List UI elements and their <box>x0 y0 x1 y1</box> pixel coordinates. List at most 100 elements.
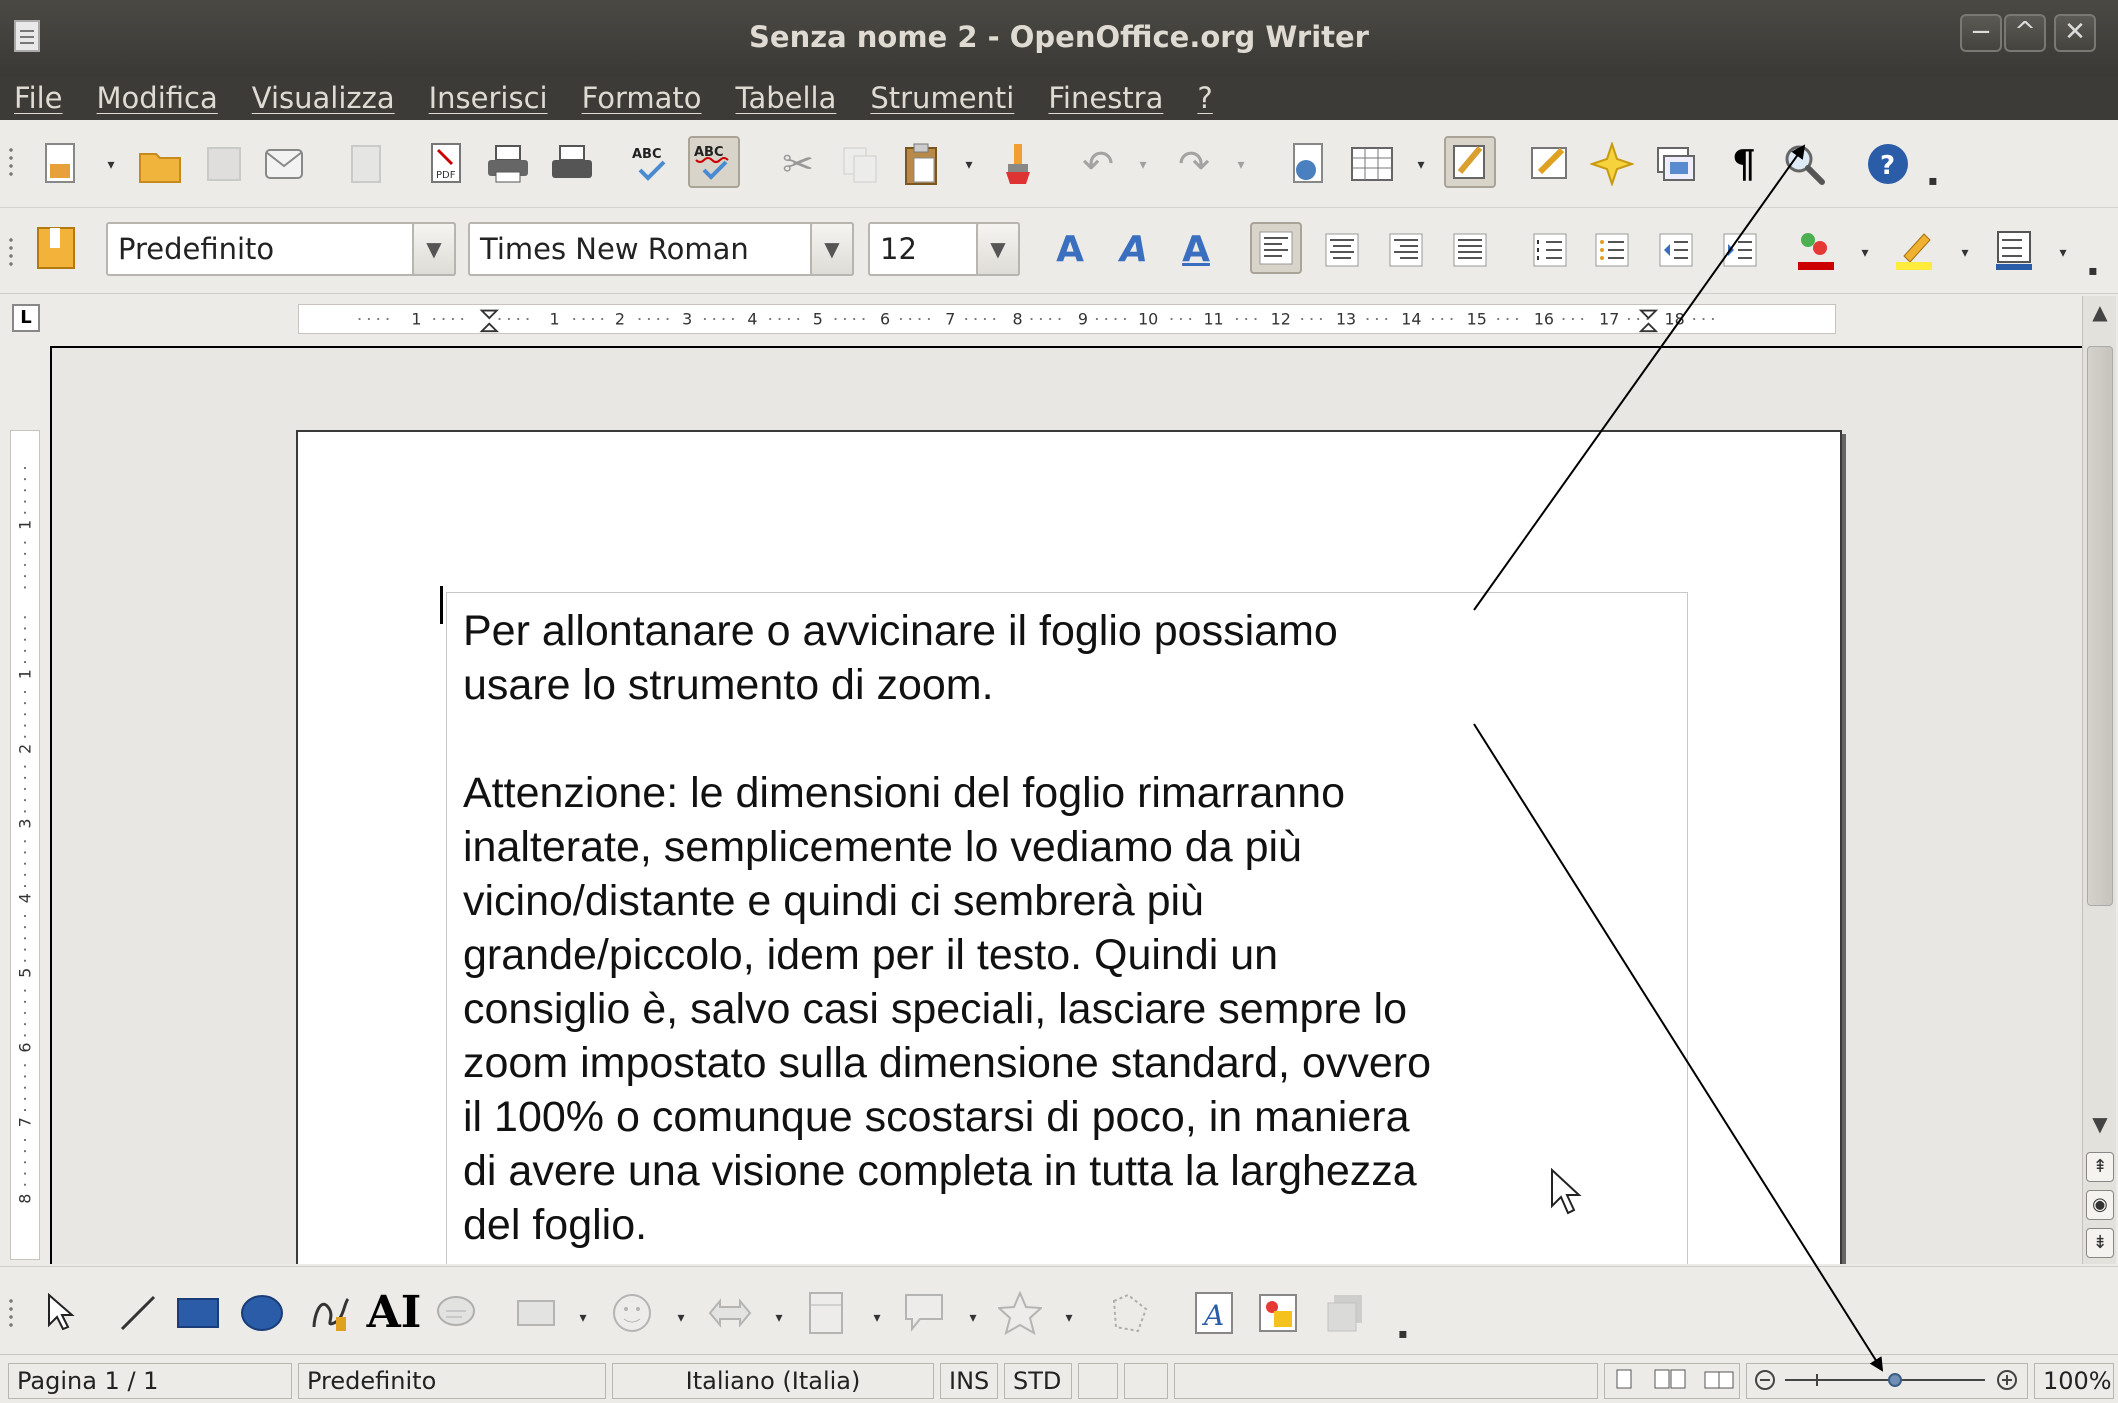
horizontal-ruler[interactable]: 1 1 2 3 4 5 6 7 8 9 10 11 12 13 14 15 16… <box>298 304 1836 334</box>
insert-image-icon[interactable] <box>1252 1287 1304 1339</box>
chevron-down-icon[interactable]: ▾ <box>966 1311 980 1325</box>
page-style-indicator[interactable]: Predefinito <box>298 1363 606 1399</box>
menu-formato[interactable]: Formato <box>582 81 702 115</box>
menu-modifica[interactable]: Modifica <box>97 81 218 115</box>
menu-file[interactable]: File <box>14 81 63 115</box>
find-replace-icon[interactable] <box>1524 138 1576 190</box>
background-color-icon[interactable] <box>1988 224 2040 276</box>
next-page-icon[interactable]: ⇟ <box>2086 1228 2114 1258</box>
menu-visualizza[interactable]: Visualizza <box>252 81 395 115</box>
chevron-down-icon[interactable]: ▼ <box>810 222 854 276</box>
scroll-up-icon[interactable]: ▲ <box>2083 300 2117 324</box>
toolbar-overflow-icon[interactable]: ▪ <box>2086 264 2100 278</box>
chevron-down-icon[interactable]: ▾ <box>1958 246 1972 260</box>
align-right-icon[interactable] <box>1380 224 1432 276</box>
vertical-ruler[interactable]: 1 1 2 3 4 5 6 7 8 <box>10 430 40 1260</box>
chevron-down-icon[interactable]: ▾ <box>674 1311 688 1325</box>
document-text[interactable]: Per allontanare o avvicinare il foglio p… <box>463 604 1683 1252</box>
gallery-icon[interactable] <box>1650 138 1702 190</box>
zoom-percentage[interactable]: 100% <box>2034 1363 2114 1399</box>
chevron-down-icon[interactable]: ▾ <box>576 1311 590 1325</box>
previous-page-icon[interactable]: ⇞ <box>2086 1152 2114 1182</box>
format-paintbrush-icon[interactable] <box>992 138 1044 190</box>
export-pdf-icon[interactable]: PDF <box>420 138 472 190</box>
callouts-icon[interactable] <box>898 1287 950 1339</box>
chevron-down-icon[interactable]: ▾ <box>772 1311 786 1325</box>
styles-formatting-icon[interactable] <box>30 222 82 274</box>
undo-icon[interactable]: ↶ <box>1072 138 1124 190</box>
align-left-icon[interactable] <box>1250 222 1302 274</box>
close-button[interactable]: ✕ <box>2054 14 2096 52</box>
menu-inserisci[interactable]: Inserisci <box>429 81 548 115</box>
freeform-line-icon[interactable] <box>304 1287 356 1339</box>
symbol-shapes-icon[interactable] <box>606 1287 658 1339</box>
decrease-indent-icon[interactable] <box>1650 224 1702 276</box>
open-folder-icon[interactable] <box>134 138 186 190</box>
chevron-down-icon[interactable]: ▾ <box>1414 158 1428 172</box>
increase-indent-icon[interactable] <box>1714 224 1766 276</box>
print-preview-icon[interactable] <box>546 138 598 190</box>
vertical-scrollbar[interactable]: ▲ ▼ ⇞ ◉ ⇟ <box>2082 296 2116 1264</box>
underline-icon[interactable]: A <box>1170 224 1222 276</box>
tab-stop-selector[interactable]: L <box>12 304 40 332</box>
paragraph-style-select[interactable]: Predefinito ▼ <box>106 222 456 276</box>
show-draw-functions-icon[interactable] <box>1444 136 1496 188</box>
help-icon[interactable]: ? <box>1862 138 1914 190</box>
numbering-icon[interactable] <box>1524 224 1576 276</box>
cut-icon[interactable]: ✂ <box>772 138 824 190</box>
toolbar-grip[interactable] <box>8 236 14 266</box>
insert-mode-indicator[interactable]: INS <box>940 1363 998 1399</box>
magnifier-icon[interactable] <box>1778 138 1830 190</box>
font-size-select[interactable]: 12 ▼ <box>868 222 1020 276</box>
maximize-button[interactable]: ^ <box>2004 14 2046 52</box>
font-color-icon[interactable] <box>1790 224 1842 276</box>
menu-finestra[interactable]: Finestra <box>1048 81 1163 115</box>
toolbar-grip[interactable] <box>8 1297 14 1327</box>
menu-tabella[interactable]: Tabella <box>736 81 837 115</box>
select-pointer-icon[interactable] <box>34 1287 86 1339</box>
chevron-down-icon[interactable]: ▾ <box>104 158 118 172</box>
bullets-icon[interactable] <box>1586 224 1638 276</box>
navigator-icon[interactable] <box>1586 138 1638 190</box>
chevron-down-icon[interactable]: ▾ <box>2056 246 2070 260</box>
extrusion-icon[interactable] <box>1320 1287 1372 1339</box>
line-icon[interactable] <box>112 1287 164 1339</box>
scrollbar-thumb[interactable] <box>2087 346 2113 906</box>
toolbar-grip[interactable] <box>8 146 14 176</box>
font-name-select[interactable]: Times New Roman ▼ <box>468 222 854 276</box>
basic-shapes-icon[interactable] <box>510 1287 562 1339</box>
chevron-down-icon[interactable]: ▾ <box>1136 158 1150 172</box>
toolbar-overflow-icon[interactable]: ▪ <box>1926 174 1940 188</box>
fontwork-icon[interactable]: A <box>1188 1287 1240 1339</box>
ellipse-icon[interactable] <box>236 1287 288 1339</box>
bold-icon[interactable]: A <box>1044 224 1096 276</box>
flowcharts-icon[interactable] <box>800 1287 852 1339</box>
block-arrows-icon[interactable] <box>704 1287 756 1339</box>
toolbar-overflow-icon[interactable]: ▪ <box>1396 1327 1410 1341</box>
paste-icon[interactable] <box>896 138 948 190</box>
email-icon[interactable] <box>258 138 310 190</box>
chevron-down-icon[interactable]: ▾ <box>1062 1311 1076 1325</box>
redo-icon[interactable]: ↷ <box>1168 138 1220 190</box>
chevron-down-icon[interactable]: ▾ <box>1858 246 1872 260</box>
edit-file-icon[interactable] <box>340 138 392 190</box>
pilcrow-icon[interactable]: ¶ <box>1718 138 1770 190</box>
language-indicator[interactable]: Italiano (Italia) <box>612 1363 934 1399</box>
chevron-down-icon[interactable]: ▾ <box>962 158 976 172</box>
chevron-down-icon[interactable]: ▼ <box>412 222 456 276</box>
rectangle-icon[interactable] <box>172 1287 224 1339</box>
align-center-icon[interactable] <box>1316 224 1368 276</box>
chevron-down-icon[interactable]: ▾ <box>870 1311 884 1325</box>
text-tool-icon[interactable]: AI <box>367 1287 422 1339</box>
minimize-button[interactable]: − <box>1960 14 2002 52</box>
document-canvas[interactable]: Per allontanare o avvicinare il foglio p… <box>50 346 2082 1264</box>
justify-icon[interactable] <box>1444 224 1496 276</box>
chevron-down-icon[interactable]: ▾ <box>1234 158 1248 172</box>
italic-icon[interactable]: A <box>1108 224 1160 276</box>
page-indicator[interactable]: Pagina 1 / 1 <box>8 1363 292 1399</box>
document-page[interactable]: Per allontanare o avvicinare il foglio p… <box>296 430 1842 1264</box>
spellcheck-icon[interactable]: ABC <box>626 138 678 190</box>
highlighting-icon[interactable] <box>1888 224 1940 276</box>
zoom-slider[interactable] <box>1746 1363 2028 1399</box>
navigation-icon[interactable]: ◉ <box>2086 1190 2114 1220</box>
